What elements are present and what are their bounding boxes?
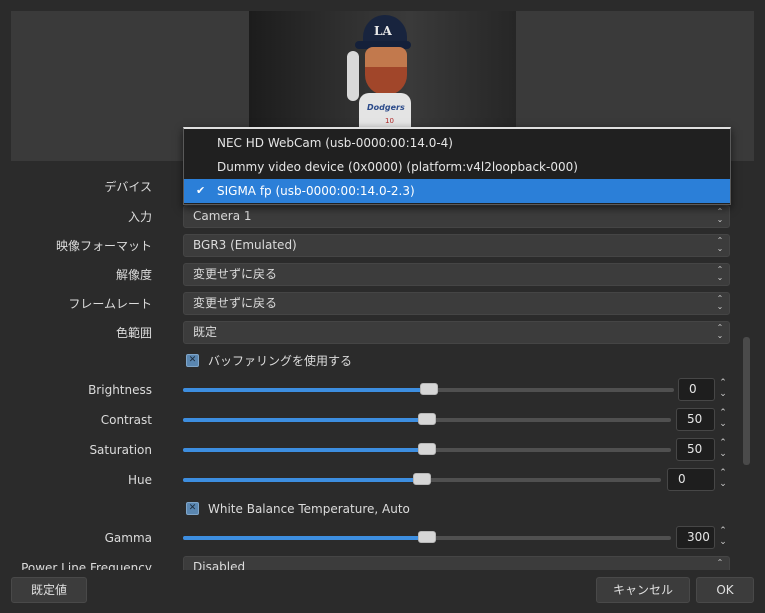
brightness-label: Brightness (88, 383, 152, 397)
figure-beard (365, 67, 407, 95)
gamma-row: Gamma 300 ⌃ ⌄ (0, 526, 740, 550)
framerate-label: フレームレート (68, 297, 152, 311)
saturation-stepper-icon[interactable]: ⌃ ⌄ (716, 438, 730, 461)
video-format-row: 映像フォーマット BGR3 (Emulated) ⌃ ⌄ (0, 234, 740, 258)
saturation-slider[interactable] (183, 443, 671, 455)
cancel-button[interactable]: キャンセル (596, 577, 690, 603)
color-range-combo[interactable]: 既定 ⌃ ⌄ (183, 321, 730, 344)
color-range-label: 色範囲 (115, 326, 152, 340)
brightness-row: Brightness 0 ⌃ ⌄ (0, 378, 740, 402)
video-format-combo[interactable]: BGR3 (Emulated) ⌃ ⌄ (183, 234, 730, 257)
cap-logo: LA (374, 24, 392, 38)
resolution-row: 解像度 変更せずに戻る ⌃ ⌄ (0, 263, 740, 287)
brightness-stepper-icon[interactable]: ⌃ ⌄ (716, 378, 730, 401)
framerate-value: 変更せずに戻る (193, 296, 278, 310)
device-label: デバイス (104, 180, 152, 194)
color-range-value: 既定 (193, 325, 218, 339)
device-option[interactable]: NEC HD WebCam (usb-0000:00:14.0-4) (184, 131, 730, 155)
contrast-slider-handle[interactable] (418, 413, 436, 425)
input-combo[interactable]: Camera 1 ⌃ ⌄ (183, 205, 730, 228)
color-range-row: 色範囲 既定 ⌃ ⌄ (0, 321, 740, 345)
jersey-number: 10 (385, 117, 394, 125)
buffering-checkbox[interactable]: ✕ (186, 354, 199, 367)
saturation-row: Saturation 50 ⌃ ⌄ (0, 438, 740, 462)
hue-label: Hue (127, 473, 152, 487)
gamma-label: Gamma (104, 531, 152, 545)
contrast-slider[interactable] (183, 413, 671, 425)
saturation-value: 50 (687, 442, 703, 456)
ok-button[interactable]: OK (696, 577, 754, 603)
input-row: 入力 Camera 1 ⌃ ⌄ (0, 205, 740, 229)
combo-arrows-icon: ⌃⌄ (716, 323, 724, 340)
resolution-combo[interactable]: 変更せずに戻る ⌃ ⌄ (183, 263, 730, 286)
gamma-value: 300 (687, 530, 710, 544)
saturation-slider-fill (183, 448, 427, 452)
device-option-label: Dummy video device (0x0000) (platform:v4… (217, 160, 578, 174)
contrast-value: 50 (687, 412, 703, 426)
wb-auto-checkbox[interactable]: ✕ (186, 502, 199, 515)
gamma-slider-handle[interactable] (418, 531, 436, 543)
saturation-label: Saturation (89, 443, 152, 457)
input-value: Camera 1 (193, 209, 252, 223)
combo-arrows-icon: ⌃⌄ (716, 207, 724, 224)
video-format-label: 映像フォーマット (55, 239, 152, 253)
hue-row: Hue 0 ⌃ ⌄ (0, 468, 740, 492)
brightness-slider[interactable] (183, 383, 674, 395)
combo-arrows-icon: ⌃⌄ (716, 265, 724, 282)
device-option-label: SIGMA fp (usb-0000:00:14.0-2.3) (217, 184, 415, 198)
saturation-slider-handle[interactable] (418, 443, 436, 455)
checkmark-icon: ✔ (196, 184, 206, 197)
framerate-combo[interactable]: 変更せずに戻る ⌃ ⌄ (183, 292, 730, 315)
resolution-label: 解像度 (115, 268, 152, 282)
saturation-spinbox[interactable]: 50 (676, 438, 715, 461)
combo-arrows-icon: ⌃⌄ (716, 294, 724, 311)
hue-slider[interactable] (183, 473, 661, 485)
hue-spinbox[interactable]: 0 (667, 468, 715, 491)
hue-value: 0 (678, 472, 686, 486)
brightness-slider-handle[interactable] (420, 383, 438, 395)
video-format-value: BGR3 (Emulated) (193, 238, 297, 252)
gamma-slider-fill (183, 536, 427, 540)
combo-arrows-icon: ⌃⌄ (716, 236, 724, 253)
hue-slider-handle[interactable] (413, 473, 431, 485)
device-option[interactable]: Dummy video device (0x0000) (platform:v4… (184, 155, 730, 179)
device-option-label: NEC HD WebCam (usb-0000:00:14.0-4) (217, 136, 453, 150)
brightness-value: 0 (689, 382, 697, 396)
defaults-button[interactable]: 既定値 (11, 577, 87, 603)
figure-arm (347, 51, 359, 101)
contrast-row: Contrast 50 ⌃ ⌄ (0, 408, 740, 432)
hue-slider-fill (183, 478, 422, 482)
framerate-row: フレームレート 変更せずに戻る ⌃ ⌄ (0, 292, 740, 316)
brightness-slider-fill (183, 388, 429, 392)
resolution-value: 変更せずに戻る (193, 267, 278, 281)
contrast-label: Contrast (100, 413, 152, 427)
properties-scrollbar[interactable] (743, 337, 750, 465)
buffering-label: バッファリングを使用する (208, 354, 353, 368)
wb-auto-label: White Balance Temperature, Auto (208, 502, 410, 516)
input-label: 入力 (127, 210, 152, 224)
gamma-stepper-icon[interactable]: ⌃ ⌄ (716, 526, 730, 549)
jersey-text: Dodgers (367, 103, 405, 112)
contrast-spinbox[interactable]: 50 (676, 408, 715, 431)
gamma-spinbox[interactable]: 300 (676, 526, 715, 549)
device-dropdown-list[interactable]: NEC HD WebCam (usb-0000:00:14.0-4) Dummy… (183, 127, 731, 205)
brightness-spinbox[interactable]: 0 (678, 378, 715, 401)
contrast-stepper-icon[interactable]: ⌃ ⌄ (716, 408, 730, 431)
hue-stepper-icon[interactable]: ⌃ ⌄ (716, 468, 730, 491)
device-option-selected[interactable]: ✔ SIGMA fp (usb-0000:00:14.0-2.3) (184, 179, 730, 203)
gamma-slider[interactable] (183, 531, 671, 543)
contrast-slider-fill (183, 418, 427, 422)
